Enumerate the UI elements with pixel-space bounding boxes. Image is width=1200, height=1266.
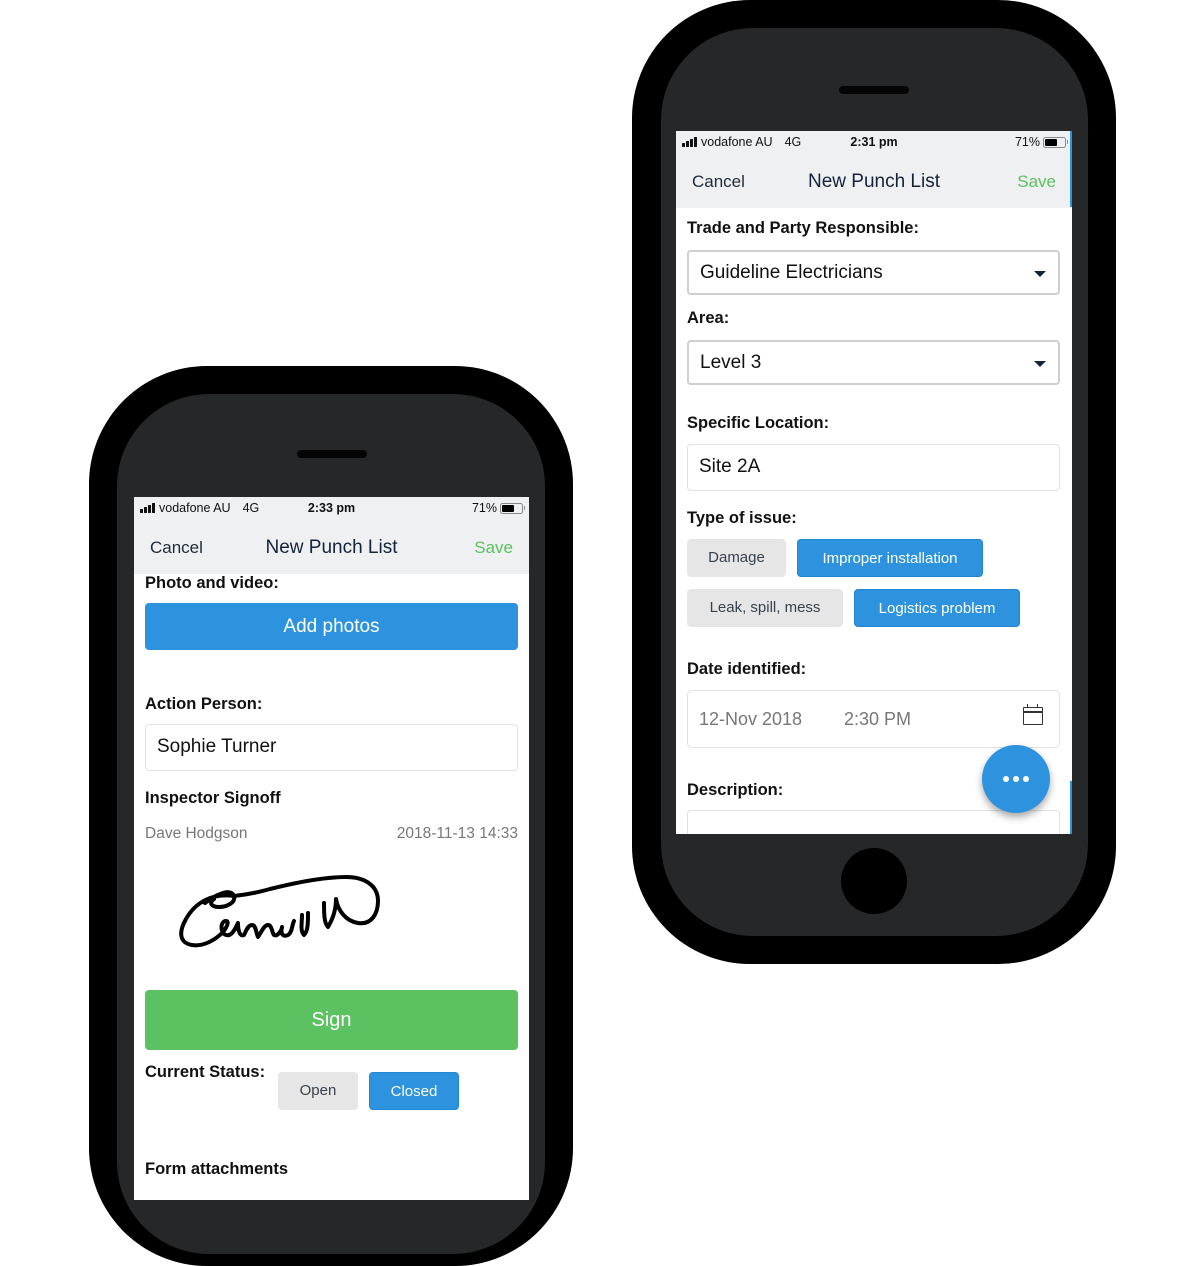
nav-bar: Cancel New Punch List Save xyxy=(676,153,1072,208)
trade-label: Trade and Party Responsible: xyxy=(687,219,919,237)
status-bar: vodafone AU 4G 2:33 pm 71% xyxy=(134,497,529,519)
battery-percent: 71% xyxy=(1014,135,1040,149)
page-title: New Punch List xyxy=(265,537,398,558)
battery-icon xyxy=(500,502,525,514)
more-horizontal-icon xyxy=(1003,776,1009,782)
status-time: 2:33 pm xyxy=(307,501,356,515)
issue-chip-leak-spill-mess[interactable]: Leak, spill, mess xyxy=(687,589,843,627)
home-button[interactable] xyxy=(841,848,907,914)
page-title: New Punch List xyxy=(807,171,940,192)
action-person-label: Action Person: xyxy=(145,695,263,713)
description-label: Description: xyxy=(687,781,784,799)
status-chip-closed[interactable]: Closed xyxy=(369,1072,459,1110)
status-label: Current Status: xyxy=(145,1063,266,1081)
signoff-label: Inspector Signoff xyxy=(145,789,281,807)
status-chip-open[interactable]: Open xyxy=(278,1072,358,1110)
scroll-indicator xyxy=(1070,131,1072,207)
chevron-down-icon xyxy=(1034,271,1046,277)
signoff-name: Dave Hodgson xyxy=(145,825,248,842)
action-person-value: Sophie Turner xyxy=(157,736,277,757)
chevron-down-icon xyxy=(1034,361,1046,367)
area-value: Level 3 xyxy=(700,352,762,373)
speaker-icon xyxy=(839,86,909,94)
screen-left: vodafone AU 4G 2:33 pm 71% Cancel New Pu… xyxy=(134,497,529,1200)
photo-label: Photo and video: xyxy=(145,574,279,592)
battery-percent: 71% xyxy=(471,501,497,515)
description-input[interactable] xyxy=(687,810,1060,834)
nav-bar: Cancel New Punch List Save xyxy=(134,519,529,574)
issue-chip-logistics-problem[interactable]: Logistics problem xyxy=(854,589,1020,627)
signature-image xyxy=(179,875,380,948)
location-input[interactable]: Site 2A xyxy=(687,444,1060,491)
save-button[interactable]: Save xyxy=(1017,172,1056,192)
calendar-icon[interactable] xyxy=(1023,704,1043,725)
scroll-indicator xyxy=(1070,781,1072,834)
trade-select[interactable]: Guideline Electricians xyxy=(687,250,1060,295)
location-label: Specific Location: xyxy=(687,414,830,432)
area-label: Area: xyxy=(687,309,730,327)
area-select[interactable]: Level 3 xyxy=(687,340,1060,385)
location-value: Site 2A xyxy=(699,456,761,477)
date-picker[interactable]: 12-Nov 2018 2:30 PM xyxy=(687,690,1060,748)
status-time: 2:31 pm xyxy=(850,135,898,149)
issue-label: Type of issue: xyxy=(687,509,797,527)
date-value: 12-Nov 2018 xyxy=(699,709,803,729)
sign-button[interactable]: Sign xyxy=(145,990,518,1050)
add-photos-button[interactable]: Add photos xyxy=(145,603,518,650)
date-label: Date identified: xyxy=(687,660,807,678)
action-person-input[interactable]: Sophie Turner xyxy=(145,724,518,771)
screen-right: vodafone AU 4G 2:31 pm 71% Cancel New Pu… xyxy=(676,131,1072,834)
issue-chip-improper-installation[interactable]: Improper installation xyxy=(797,539,983,577)
speaker-icon xyxy=(297,450,367,458)
issue-chip-damage[interactable]: Damage xyxy=(687,539,786,577)
trade-value: Guideline Electricians xyxy=(700,262,883,283)
battery-icon xyxy=(1043,136,1068,148)
attachments-label: Form attachments xyxy=(145,1160,289,1178)
signoff-datetime: 2018-11-13 14:33 xyxy=(396,825,518,842)
more-actions-button[interactable] xyxy=(982,745,1050,813)
time-value: 2:30 PM xyxy=(844,709,912,729)
save-button[interactable]: Save xyxy=(474,538,513,558)
status-bar: vodafone AU 4G 2:31 pm 71% xyxy=(676,131,1072,153)
